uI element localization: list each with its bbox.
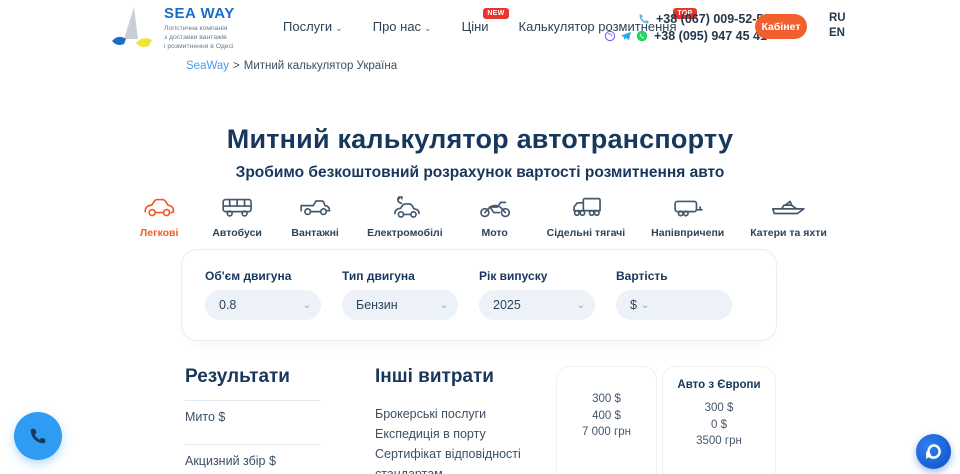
seaway-logo-icon: [108, 5, 156, 51]
chevron-down-icon: ⌄: [577, 300, 585, 311]
page: SEA WAY Логістична компанія з доставки в…: [0, 0, 960, 474]
breadcrumb-current: Митний калькулятор Україна: [244, 60, 397, 72]
price-value: 0 $: [663, 417, 775, 434]
messenger-icons: [604, 30, 648, 42]
tab-cars[interactable]: Легкові: [133, 194, 185, 239]
tab-semi-tractors[interactable]: Сідельні тягачі: [547, 194, 626, 239]
year-select[interactable]: 2025 ⌄: [479, 290, 595, 320]
result-row-excise: Акцизний збір $: [185, 445, 321, 474]
price-value: 7 000 грн: [557, 424, 656, 441]
engine-volume-select[interactable]: 0.8 ⌄: [205, 290, 321, 320]
nav-about[interactable]: Про нас⌄: [373, 19, 432, 34]
tab-trucks[interactable]: Вантажні: [289, 194, 341, 239]
cost-input[interactable]: $ ⌄: [616, 290, 732, 320]
field-year: Рік випуску 2025 ⌄: [479, 269, 595, 340]
header-contacts: +38 (067) 009-52-52 +38 (095): [604, 10, 770, 44]
field-engine-volume: Об'єм двигуна 0.8 ⌄: [205, 269, 321, 340]
telegram-icon[interactable]: [620, 30, 632, 42]
vehicle-type-tabs: Легкові Автобуси Вантажні Еле: [133, 194, 827, 239]
other-cost-item: Брокерські послуги: [375, 404, 560, 424]
field-cost: Вартість $ ⌄: [616, 269, 732, 340]
lang-en[interactable]: EN: [829, 26, 846, 41]
hero: Митний калькулятор автотранспорту Зробим…: [0, 124, 960, 182]
phone-number-primary[interactable]: +38 (067) 009-52-52: [656, 12, 770, 26]
results-title: Результати: [185, 366, 321, 388]
europe-card: Авто з Європи 300 $ 0 $ 3500 грн: [662, 366, 776, 474]
price-value: 300 $: [557, 391, 656, 408]
chevron-down-icon: ⌄: [440, 300, 448, 311]
whatsapp-icon[interactable]: [636, 30, 648, 42]
chevron-down-icon: ⌄: [303, 300, 311, 311]
tab-buses[interactable]: Автобуси: [211, 194, 263, 239]
nav-prices[interactable]: Ціни NEW: [462, 19, 489, 34]
logo[interactable]: SEA WAY Логістична компанія з доставки в…: [108, 5, 235, 52]
results-section: Результати Мито $ Акцизний збір $: [185, 366, 321, 474]
results-list: Мито $ Акцизний збір $: [185, 400, 321, 474]
price-value: 400 $: [557, 408, 656, 425]
cabinet-button[interactable]: Кабінет: [755, 14, 807, 39]
logo-tagline: Логістична компанія з доставки вантажів …: [164, 24, 235, 52]
tab-motorcycles[interactable]: Мото: [469, 194, 521, 239]
nav-services[interactable]: Послуги⌄: [283, 19, 343, 34]
logo-text: SEA WAY Логістична компанія з доставки в…: [164, 5, 235, 52]
europe-card-title: Авто з Європи: [663, 379, 775, 391]
chevron-down-icon: ⌄: [335, 23, 343, 33]
result-row-duty: Мито $: [185, 401, 321, 445]
engine-type-select[interactable]: Бензин ⌄: [342, 290, 458, 320]
page-title: Митний калькулятор автотранспорту: [0, 124, 960, 155]
breadcrumb-separator: >: [233, 60, 240, 72]
chat-bubble-icon: [925, 443, 942, 460]
price-value: 300 $: [663, 400, 775, 417]
page-subtitle: Зробимо безкоштовний розрахунок вартості…: [0, 164, 960, 182]
phone-number-secondary[interactable]: +38 (095) 947 45 41: [654, 29, 767, 43]
other-cost-item: Експедиція в порту: [375, 424, 560, 444]
tab-electric-cars[interactable]: Електромобілі: [367, 194, 443, 239]
viber-icon[interactable]: [604, 30, 616, 42]
language-switcher: RU EN: [829, 11, 846, 41]
new-badge: NEW: [483, 8, 508, 19]
price-value: 3500 грн: [663, 433, 775, 450]
tab-semi-trailers[interactable]: Напівпричепи: [651, 194, 724, 239]
field-engine-type: Тип двигуна Бензин ⌄: [342, 269, 458, 340]
electric-car-icon: [386, 194, 424, 220]
other-costs-section: Інші витрати Брокерські послуги Експедиц…: [375, 366, 560, 474]
phone-row-1: +38 (067) 009-52-52: [604, 10, 770, 27]
breadcrumb: SeaWay > Митний калькулятор Україна: [186, 60, 397, 72]
phone-icon: [28, 426, 48, 446]
tab-boats-yachts[interactable]: Катери та яхти: [750, 194, 827, 239]
phone-icon: [638, 13, 650, 25]
car-icon: [140, 194, 178, 220]
logo-title: SEA WAY: [164, 5, 235, 22]
phone-row-2: +38 (095) 947 45 41: [604, 27, 770, 44]
lang-ru[interactable]: RU: [829, 11, 846, 26]
chevron-down-icon: ⌄: [424, 23, 432, 33]
other-costs-title: Інші витрати: [375, 366, 560, 388]
chevron-down-icon: ⌄: [641, 300, 649, 311]
prices-card: 300 $ 400 $ 7 000 грн: [556, 366, 657, 474]
pickup-truck-icon: [296, 194, 334, 220]
breadcrumb-home-link[interactable]: SeaWay: [186, 60, 229, 72]
calculator-form-card: Об'єм двигуна 0.8 ⌄ Тип двигуна Бензин ⌄…: [181, 249, 777, 341]
trailer-icon: [669, 194, 707, 220]
other-cost-item: Сертифікат відповідності стандартам: [375, 444, 560, 474]
other-costs-list: Брокерські послуги Експедиція в порту Се…: [375, 404, 560, 474]
chat-widget-button[interactable]: [916, 434, 951, 469]
yacht-icon: [770, 194, 808, 220]
bus-icon: [218, 194, 256, 220]
semi-truck-icon: [567, 194, 605, 220]
call-fab-button[interactable]: [14, 412, 62, 460]
motorcycle-icon: [476, 194, 514, 220]
